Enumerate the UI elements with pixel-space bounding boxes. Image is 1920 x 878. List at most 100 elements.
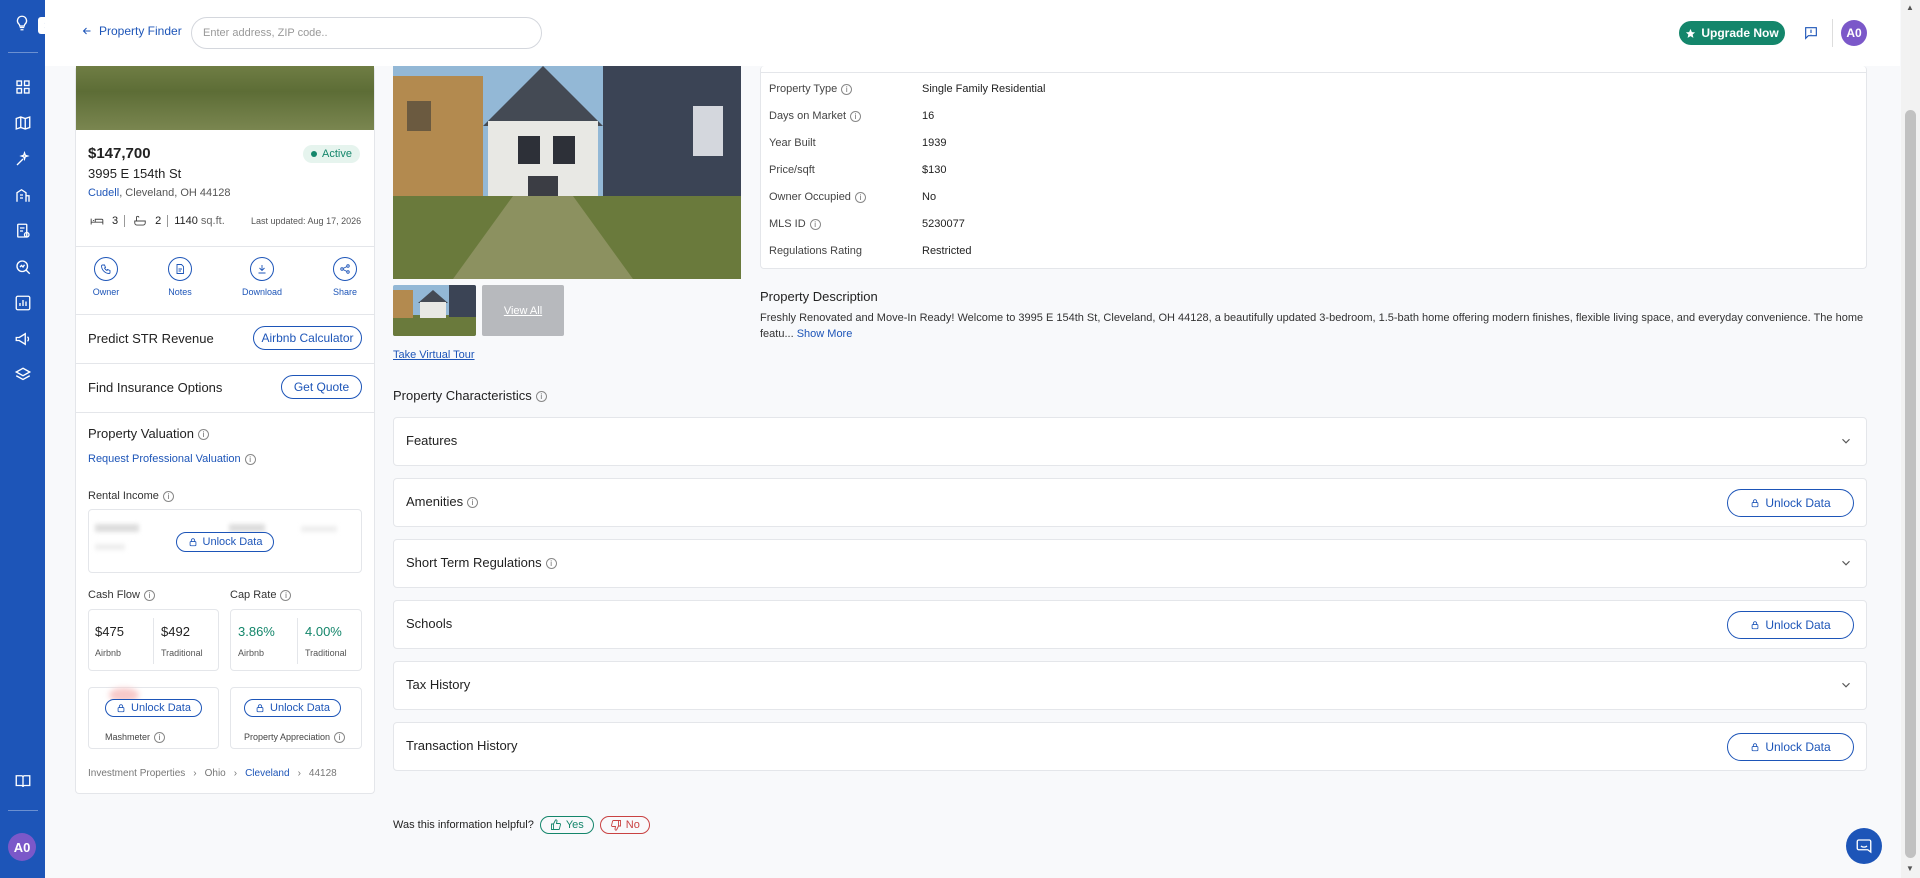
bath-icon (134, 215, 146, 226)
info-icon[interactable]: i (280, 589, 292, 601)
owner-button[interactable]: Owner (86, 257, 126, 297)
cap-rate-label: Cap Rate i (230, 589, 292, 601)
scroll-up-arrow[interactable]: ▲ (1906, 3, 1914, 12)
description-text: Freshly Renovated and Move-In Ready! Wel… (760, 310, 1867, 342)
property-main-photo[interactable] (76, 66, 374, 130)
map-icon[interactable] (12, 112, 34, 134)
virtual-tour-link[interactable]: Take Virtual Tour (393, 349, 475, 361)
info-icon[interactable]: i (334, 732, 346, 744)
info-icon[interactable]: i (841, 83, 853, 95)
status-text: Active (322, 148, 352, 160)
appreciation-box: Property Appreciation i (230, 687, 362, 749)
blurred-value (229, 524, 265, 532)
feedback-yes-button[interactable]: Yes (539, 816, 594, 834)
rental-income-unlock-button[interactable]: Unlock Data (176, 532, 274, 552)
airbnb-calculator-button[interactable]: Airbnb Calculator (253, 326, 362, 350)
info-icon[interactable]: i (154, 732, 166, 744)
unlock-data-button[interactable]: Unlock Data (1727, 611, 1854, 639)
book-icon[interactable] (12, 770, 34, 792)
thumbs-down-icon (610, 820, 621, 831)
sqft-unit: sq.ft. (200, 215, 225, 227)
dashboard-icon[interactable] (12, 76, 34, 98)
layers-icon[interactable] (12, 364, 34, 386)
rail-divider (8, 52, 38, 53)
cash-flow-airbnb-label: Airbnb (95, 648, 122, 658)
info-icon[interactable]: i (244, 453, 256, 465)
appreciation-unlock-button[interactable]: Unlock Data (244, 699, 341, 717)
chevron-down-icon[interactable] (1839, 678, 1853, 692)
info-icon[interactable]: i (545, 558, 557, 570)
section-transaction-history[interactable]: Transaction History Unlock Data (393, 722, 1867, 771)
breadcrumb: Investment Properties › Ohio › Cleveland › … (88, 768, 337, 779)
download-label: Download (242, 287, 283, 297)
view-all-photos-button[interactable]: View All (482, 285, 564, 336)
request-valuation-text: Request Professional Valuation (88, 453, 241, 465)
section-amenities[interactable]: Amenities i Unlock Data (393, 478, 1867, 527)
chevron-down-icon[interactable] (1839, 434, 1853, 448)
sparkles-icon[interactable] (12, 148, 34, 170)
info-icon[interactable]: i (198, 429, 209, 441)
buildings-icon[interactable] (12, 184, 34, 206)
unlock-data-button[interactable]: Unlock Data (1727, 733, 1854, 761)
lightbulb-icon[interactable] (11, 12, 33, 34)
blurred-value (95, 524, 139, 532)
spec-divider (167, 215, 169, 227)
info-icon[interactable]: i (809, 218, 821, 230)
property-gallery-photo[interactable] (393, 66, 741, 279)
search-analytics-icon[interactable] (12, 256, 34, 278)
scrollbar-thumb[interactable] (1905, 110, 1916, 858)
gallery-thumbnail[interactable] (393, 285, 476, 336)
info-icon[interactable]: i (162, 490, 174, 502)
section-title-text: Tax History (406, 677, 471, 692)
header-avatar[interactable]: A0 (1841, 20, 1867, 46)
notes-button[interactable]: Notes (160, 257, 200, 297)
detail-value: Restricted (922, 245, 972, 257)
divider (76, 246, 374, 247)
get-quote-button[interactable]: Get Quote (281, 375, 362, 399)
chevron-down-icon[interactable] (1839, 556, 1853, 570)
back-to-property-finder[interactable]: Property Finder (81, 24, 182, 38)
upgrade-label: Upgrade Now (1701, 26, 1779, 40)
share-button[interactable]: Share (325, 257, 365, 297)
request-valuation-link[interactable]: Request Professional Valuation i (88, 453, 256, 465)
address-search-input[interactable] (191, 17, 542, 49)
breadcrumb-item[interactable]: Ohio (205, 768, 226, 779)
listing-locality: Cudell, Cleveland, OH 44128 (88, 187, 230, 199)
info-icon[interactable]: i (535, 391, 547, 403)
detail-value: 5230077 (922, 218, 965, 230)
divider (76, 314, 374, 315)
section-features[interactable]: Features (393, 417, 1867, 466)
info-icon[interactable]: i (854, 191, 866, 203)
cap-rate-traditional-label: Traditional (305, 648, 347, 658)
report-icon[interactable] (12, 220, 34, 242)
section-short-term-regulations[interactable]: Short Term Regulations i (393, 539, 1867, 588)
insurance-title: Find Insurance Options (88, 380, 223, 395)
feedback-chat-icon[interactable] (1803, 25, 1819, 41)
description-title: Property Description (760, 289, 878, 304)
support-chat-button[interactable] (1846, 828, 1882, 864)
unlock-label: Unlock Data (1765, 740, 1831, 754)
show-more-link[interactable]: Show More (797, 328, 853, 340)
breadcrumb-item[interactable]: Investment Properties (88, 768, 185, 779)
chart-icon[interactable] (12, 292, 34, 314)
info-icon[interactable]: i (467, 497, 479, 509)
characteristics-title-text: Property Characteristics (393, 388, 532, 403)
unlock-data-button[interactable]: Unlock Data (1727, 489, 1854, 517)
unlock-label: Unlock Data (1765, 618, 1831, 632)
section-schools[interactable]: Schools Unlock Data (393, 600, 1867, 649)
feedback-no-button[interactable]: No (599, 816, 650, 834)
section-tax-history[interactable]: Tax History (393, 661, 1867, 710)
upgrade-now-button[interactable]: Upgrade Now (1679, 21, 1785, 45)
section-title-text: Short Term Regulations (406, 555, 542, 570)
breadcrumb-item[interactable]: Cleveland (245, 768, 289, 779)
phone-icon (94, 257, 118, 281)
page-scrollbar[interactable]: ▲ ▼ (1901, 0, 1920, 878)
rail-avatar[interactable]: A0 (8, 833, 36, 861)
neighborhood-link[interactable]: Cudell (88, 187, 119, 199)
info-icon[interactable]: i (143, 589, 155, 601)
download-button[interactable]: Download (242, 257, 282, 297)
megaphone-icon[interactable] (12, 328, 34, 350)
scroll-down-arrow[interactable]: ▼ (1906, 864, 1914, 873)
info-icon[interactable]: i (850, 110, 862, 122)
mashmeter-unlock-button[interactable]: Unlock Data (105, 699, 202, 717)
